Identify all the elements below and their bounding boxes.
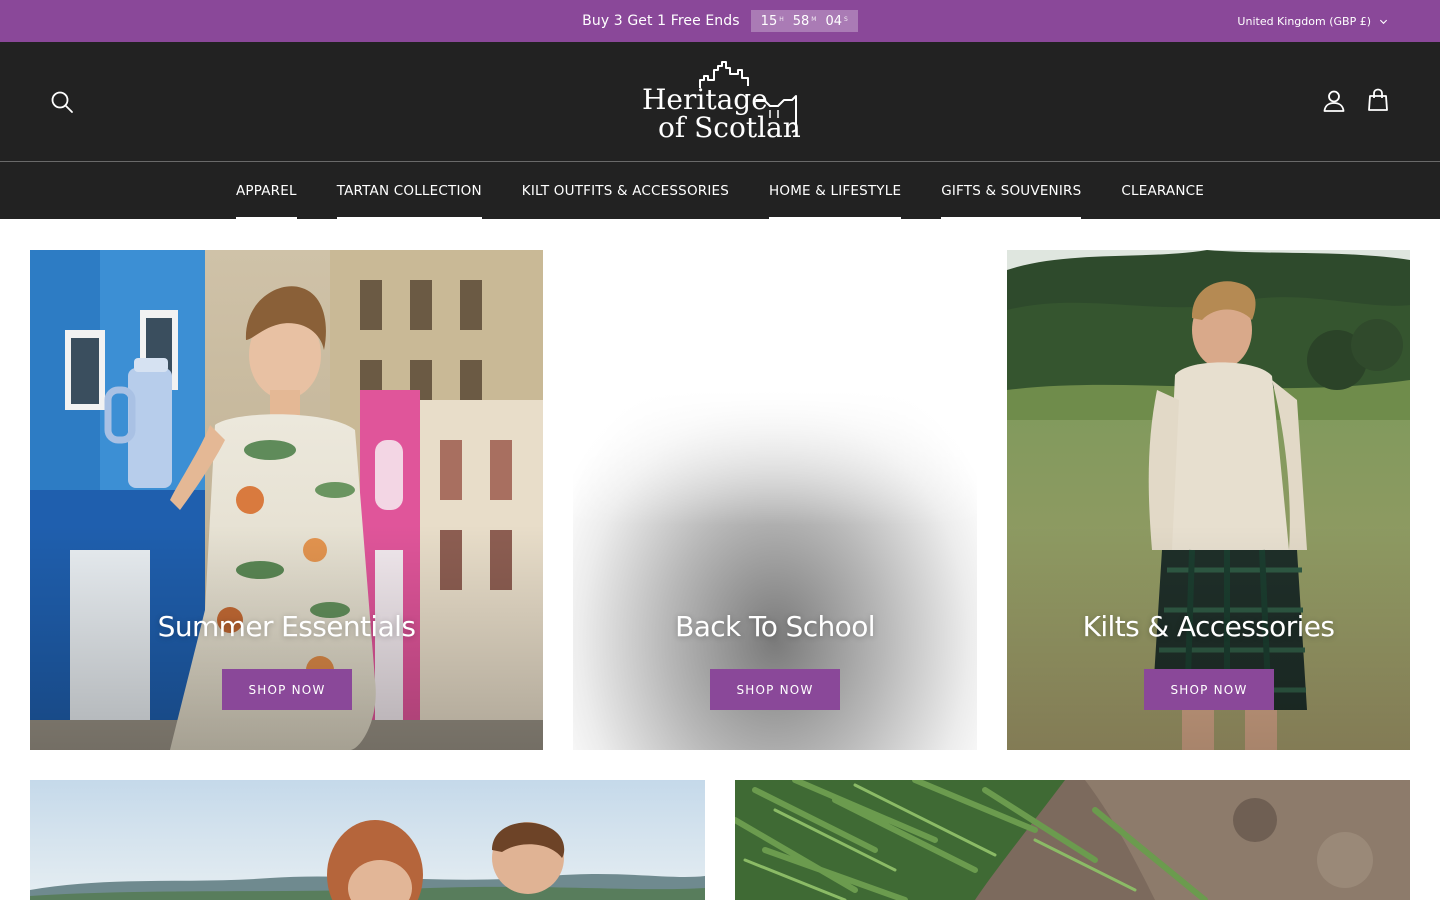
cart-button[interactable] <box>1364 86 1392 114</box>
nav-item-kilt-outfits-accessories[interactable]: KILT OUTFITS & ACCESSORIES <box>522 162 729 219</box>
nav-item-tartan-collection[interactable]: TARTAN COLLECTION <box>336 162 482 219</box>
countdown-timer: 15 H 58 M 04 S <box>750 10 858 32</box>
countdown-hours-value: 15 <box>760 13 778 29</box>
countdown-seconds-label: S <box>844 15 848 23</box>
chevron-down-icon <box>1379 19 1388 24</box>
nav-item-apparel[interactable]: APPAREL <box>235 162 297 219</box>
announcement-bar: Buy 3 Get 1 Free Ends 15 H 58 M 04 S Uni… <box>0 0 1440 42</box>
countdown-minutes: 58 M <box>793 14 817 29</box>
promo-text: Buy 3 Get 1 Free Ends <box>582 13 740 29</box>
countdown-hours: 15 H <box>761 14 784 29</box>
account-button[interactable] <box>1320 87 1348 115</box>
shop-now-button-summer-essentials[interactable]: SHOP NOW <box>222 669 352 710</box>
account-icon <box>1323 90 1345 112</box>
category-card-back-to-school[interactable]: Back To School SHOP NOW <box>573 250 977 750</box>
country-currency-selector[interactable]: United Kingdom (GBP £) <box>1237 0 1388 42</box>
category-card-heather[interactable] <box>735 780 1410 900</box>
category-card-couple[interactable] <box>30 780 705 900</box>
site-logo[interactable]: Heritage of Scotland <box>638 60 819 144</box>
nav-item-gifts-souvenirs[interactable]: GIFTS & SOUVENIRS <box>941 162 1082 219</box>
promo-countdown: Buy 3 Get 1 Free Ends 15 H 58 M 04 S <box>0 0 1440 42</box>
category-title-back-to-school: Back To School <box>675 610 875 643</box>
nav-item-home-lifestyle[interactable]: HOME & LIFESTYLE <box>769 162 902 219</box>
countdown-minutes-value: 58 <box>792 13 810 29</box>
search-icon <box>51 91 73 113</box>
site-header: Heritage of Scotland <box>0 42 1440 161</box>
logo-text-of-scotland: of Scotland <box>658 111 802 144</box>
category-card-summer-essentials[interactable]: Summer Essentials SHOP NOW <box>30 250 543 750</box>
couple-hills-image <box>30 780 705 900</box>
countdown-hours-label: H <box>779 15 784 23</box>
search-button[interactable] <box>48 88 76 116</box>
locale-label: United Kingdom (GBP £) <box>1237 14 1371 28</box>
nav-item-clearance[interactable]: CLEARANCE <box>1121 162 1204 219</box>
countdown-seconds-value: 04 <box>825 13 843 29</box>
shop-now-button-kilts-accessories[interactable]: SHOP NOW <box>1144 669 1274 710</box>
castle-logo-icon: Heritage of Scotland <box>642 61 819 144</box>
countdown-seconds: 04 S <box>825 14 847 29</box>
category-card-kilts-accessories[interactable]: Kilts & Accessories SHOP NOW <box>1007 250 1410 750</box>
category-title-summer-essentials: Summer Essentials <box>157 610 416 643</box>
main-navigation: APPAREL TARTAN COLLECTION KILT OUTFITS &… <box>0 162 1440 219</box>
countdown-minutes-label: M <box>811 15 817 23</box>
heather-rock-image <box>735 780 1410 900</box>
cart-icon <box>1368 88 1388 111</box>
category-title-kilts-accessories: Kilts & Accessories <box>1082 610 1335 643</box>
shop-now-button-back-to-school[interactable]: SHOP NOW <box>710 669 840 710</box>
